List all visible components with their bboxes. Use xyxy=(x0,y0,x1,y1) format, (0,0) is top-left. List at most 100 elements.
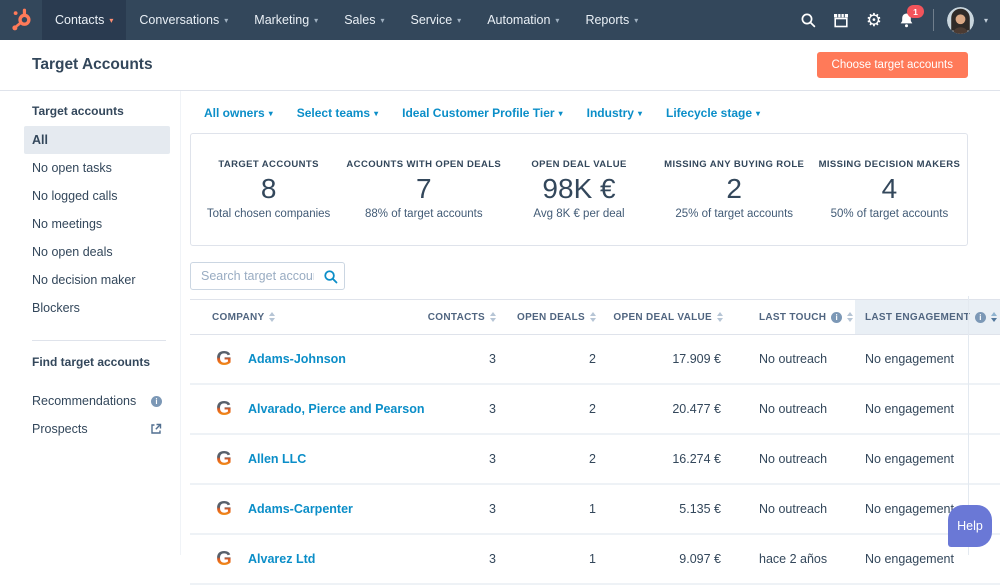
company-link[interactable]: Alvarez Ltd xyxy=(248,552,315,566)
sidebar-item-all[interactable]: All xyxy=(24,126,170,154)
filter-label: Select teams xyxy=(296,106,371,120)
sidebar-item-no-meetings[interactable]: No meetings xyxy=(24,210,170,238)
last-engagement-cell: No engagement xyxy=(865,452,954,466)
chevron-down-icon: ▾ xyxy=(558,108,563,118)
hubspot-logo-icon[interactable] xyxy=(0,0,42,40)
nav-utilities: ⚙ 1 ▾ xyxy=(795,5,1000,34)
contacts-cell: 3 xyxy=(489,402,496,416)
open-deal-value-cell: 16.274 € xyxy=(672,452,721,466)
sidebar-divider xyxy=(32,340,166,341)
company-logo-icon: G xyxy=(212,397,236,421)
table-row: G Allen LLC 3 2 16.274 € No outreach No e… xyxy=(190,435,1000,485)
stat-label: OPEN DEAL VALUE xyxy=(531,159,627,170)
column-header-company[interactable]: COMPANY xyxy=(190,300,430,334)
app-root: Contacts ▾ Conversations ▾ Marketing ▾ Sale… xyxy=(0,0,1000,585)
search-input[interactable] xyxy=(190,262,345,290)
sidebar-item-blockers[interactable]: Blockers xyxy=(24,294,170,322)
company-link[interactable]: Allen LLC xyxy=(248,452,306,466)
marketplace-icon[interactable] xyxy=(828,7,854,33)
nav-item-contacts[interactable]: Contacts ▾ xyxy=(42,0,127,40)
filter-ideal-customer-profile-tier[interactable]: Ideal Customer Profile Tier ▾ xyxy=(402,106,563,120)
chevron-down-icon: ▾ xyxy=(637,108,642,118)
stat-accounts-with-open-deals: ACCOUNTS WITH OPEN DEALS 7 88% of target… xyxy=(346,159,501,220)
nav-label: Reports xyxy=(585,13,630,27)
nav-item-sales[interactable]: Sales ▾ xyxy=(331,0,397,40)
stat-subtext: 25% of target accounts xyxy=(675,208,794,220)
user-avatar[interactable] xyxy=(946,6,974,34)
nav-item-service[interactable]: Service ▾ xyxy=(397,0,474,40)
stat-value: 98K € xyxy=(542,173,616,204)
company-link[interactable]: Alvarado, Pierce and Pearson xyxy=(248,402,424,416)
sort-icon xyxy=(717,312,723,322)
open-deals-cell: 2 xyxy=(589,402,596,416)
company-link[interactable]: Adams-Johnson xyxy=(248,352,346,366)
sort-icon xyxy=(991,312,998,322)
sidebar-item-no-decision-maker[interactable]: No decision maker xyxy=(24,266,170,294)
chevron-down-icon: ▾ xyxy=(374,108,379,118)
stat-subtext: 50% of target accounts xyxy=(830,208,949,220)
column-label: OPEN DEAL VALUE xyxy=(613,311,712,323)
last-engagement-cell: No engagement xyxy=(865,352,954,366)
search-submit-icon[interactable] xyxy=(323,269,338,284)
stat-missing-any-buying-role: MISSING ANY BUYING ROLE 2 25% of target … xyxy=(657,159,812,220)
chevron-down-icon: ▾ xyxy=(634,15,639,25)
nav-item-conversations[interactable]: Conversations ▾ xyxy=(126,0,241,40)
sidebar-item-prospects[interactable]: Prospects xyxy=(24,415,170,443)
contacts-cell: 3 xyxy=(489,452,496,466)
filter-bar: All owners ▾ Select teams ▾ Ideal Customer… xyxy=(190,105,1000,121)
column-header-open-deals[interactable]: OPEN DEALS xyxy=(510,300,610,334)
column-header-last-touch[interactable]: LAST TOUCH i xyxy=(735,300,855,334)
filter-label: All owners xyxy=(204,106,265,120)
stat-subtext: Avg 8K € per deal xyxy=(533,208,625,220)
table-row: G Adams-Carpenter 3 1 5.135 € No outreach… xyxy=(190,485,1000,535)
choose-target-accounts-button[interactable]: Choose target accounts xyxy=(816,52,968,78)
page-header: Target Accounts Choose target accounts xyxy=(0,40,1000,91)
company-logo-icon: G xyxy=(212,447,236,471)
stat-value: 4 xyxy=(881,173,898,204)
sidebar-item-no-open-tasks[interactable]: No open tasks xyxy=(24,154,170,182)
nav-item-marketing[interactable]: Marketing ▾ xyxy=(241,0,331,40)
chevron-down-icon: ▾ xyxy=(268,108,273,118)
table-row: G Adams-Johnson 3 2 17.909 € No outreach … xyxy=(190,335,1000,385)
chevron-down-icon: ▾ xyxy=(457,15,462,25)
chevron-down-icon: ▾ xyxy=(555,15,560,25)
info-icon[interactable]: i xyxy=(831,311,843,323)
nav-label: Contacts xyxy=(55,13,105,27)
column-header-last-engagement[interactable]: LAST ENGAGEMENT i xyxy=(855,300,1000,334)
filter-lifecycle-stage[interactable]: Lifecycle stage ▾ xyxy=(666,106,760,120)
filter-label: Ideal Customer Profile Tier xyxy=(402,106,555,120)
stat-open-deal-value: OPEN DEAL VALUE 98K € Avg 8K € per deal xyxy=(501,159,656,220)
info-icon[interactable]: i xyxy=(975,311,987,323)
sidebar-item-no-open-deals[interactable]: No open deals xyxy=(24,238,170,266)
last-touch-cell: No outreach xyxy=(759,452,828,466)
sidebar-item-recommendations[interactable]: Recommendations i xyxy=(24,387,170,415)
nav-label: Conversations xyxy=(139,13,220,27)
notifications-bell-icon[interactable]: 1 xyxy=(894,5,924,33)
table-row: G Alvarado, Pierce and Pearson 3 2 20.477… xyxy=(190,385,1000,435)
content-area: Target accounts All No open tasks No log… xyxy=(0,91,1000,585)
open-deal-value-cell: 9.097 € xyxy=(679,552,721,566)
sort-icon xyxy=(590,312,596,322)
chevron-down-icon[interactable]: ▾ xyxy=(984,16,988,25)
filter-all-owners[interactable]: All owners ▾ xyxy=(204,106,273,120)
column-header-open-deal-value[interactable]: OPEN DEAL VALUE xyxy=(610,300,735,334)
company-link[interactable]: Adams-Carpenter xyxy=(248,502,353,516)
stat-subtext: 88% of target accounts xyxy=(364,208,483,220)
sidebar-section-title: Find target accounts xyxy=(32,355,151,369)
column-header-contacts[interactable]: CONTACTS xyxy=(428,300,510,334)
stat-missing-decision-makers: MISSING DECISION MAKERS 4 50% of target … xyxy=(812,159,967,220)
nav-item-automation[interactable]: Automation ▾ xyxy=(474,0,572,40)
sidebar-item-label: Prospects xyxy=(32,422,88,436)
nav-label: Marketing xyxy=(254,13,310,27)
filter-industry[interactable]: Industry ▾ xyxy=(587,106,642,120)
filter-select-teams[interactable]: Select teams ▾ xyxy=(297,106,378,120)
info-icon[interactable]: i xyxy=(151,395,162,407)
nav-item-reports[interactable]: Reports ▾ xyxy=(572,0,651,40)
sort-icon xyxy=(269,312,276,322)
settings-gear-icon[interactable]: ⚙ xyxy=(861,7,887,33)
help-button[interactable]: Help xyxy=(948,505,992,547)
notification-badge: 1 xyxy=(906,5,924,18)
target-accounts-table: COMPANY CONTACTS OPEN DEALS OPEN DEAL VA… xyxy=(190,299,1000,585)
sidebar-item-no-logged-calls[interactable]: No logged calls xyxy=(24,182,170,210)
search-icon[interactable] xyxy=(795,7,821,33)
